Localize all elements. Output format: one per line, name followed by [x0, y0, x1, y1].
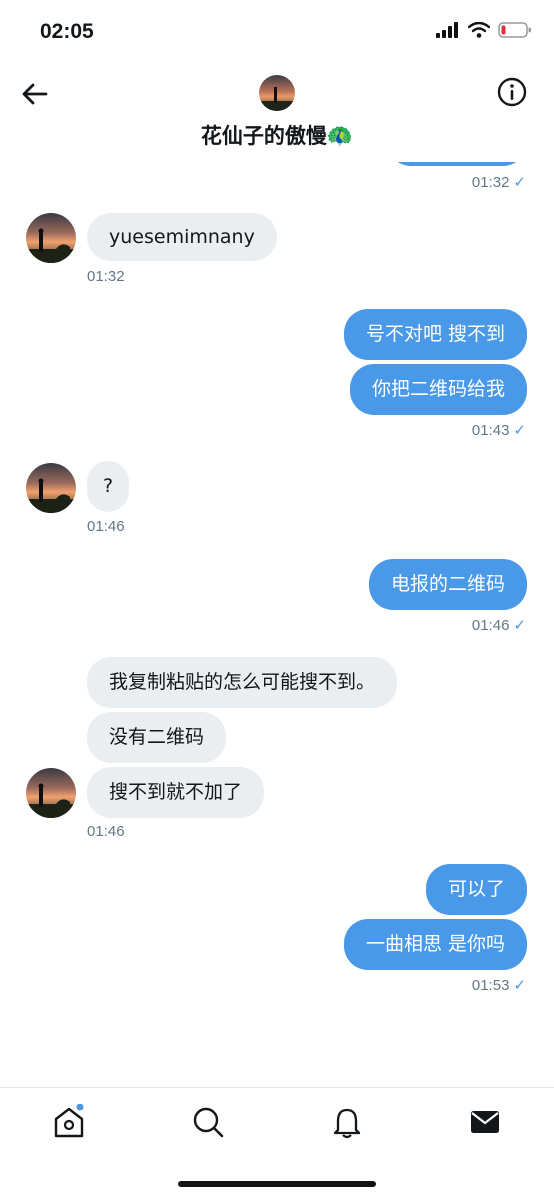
message-time: 01:53 ✓	[471, 977, 526, 994]
message-bubble[interactable]: 搜不到就不加了	[87, 767, 265, 818]
sent-check-icon: ✓	[513, 977, 526, 994]
home-indicator[interactable]	[178, 1181, 376, 1187]
message-time: 01:46 ✓	[471, 617, 526, 634]
status-time: 02:05	[40, 20, 94, 43]
sent-check-icon: ✓	[513, 617, 526, 634]
cellular-signal-icon	[436, 22, 458, 38]
conversation: 01:32 ✓ yuesemimnany 01:32 号不对吧 搜不到 你把二维码…	[0, 0, 554, 1087]
sent-check-icon: ✓	[513, 174, 526, 191]
contact-avatar-header[interactable]	[259, 75, 295, 111]
message-bubble[interactable]: 我复制粘贴的怎么可能搜不到。	[87, 657, 398, 708]
contact-name: 花仙子的傲慢🦚	[200, 124, 354, 148]
notification-dot	[76, 1104, 84, 1111]
battery-low-icon	[498, 22, 531, 38]
contact-avatar[interactable]	[26, 213, 76, 263]
message-time: 01:43 ✓	[471, 422, 526, 439]
status-icons	[436, 22, 532, 38]
notifications-icon[interactable]	[329, 1104, 365, 1140]
search-icon[interactable]	[190, 1104, 226, 1140]
message-bubble[interactable]: 你把二维码给我	[349, 364, 527, 415]
message-bubble[interactable]: 电报的二维码	[368, 559, 527, 610]
home-icon[interactable]	[51, 1104, 87, 1140]
messages-icon[interactable]	[467, 1104, 503, 1140]
message-time: 01:46	[87, 518, 125, 535]
message-bubble[interactable]: 可以了	[425, 864, 527, 915]
conversation-header: 花仙子的傲慢🦚	[0, 64, 554, 162]
contact-avatar[interactable]	[26, 463, 76, 513]
sent-check-icon: ✓	[513, 422, 526, 439]
message-bubble[interactable]: 没有二维码	[87, 712, 227, 763]
status-bar: 02:05	[0, 0, 554, 64]
message-time: 01:32	[87, 268, 125, 285]
wifi-icon	[468, 22, 490, 38]
message-bubble[interactable]: ?	[87, 461, 130, 512]
message-bubble[interactable]: 一曲相思 是你吗	[343, 919, 527, 970]
contact-avatar[interactable]	[26, 768, 76, 818]
message-bubble[interactable]: yuesemimnany	[87, 213, 277, 261]
back-arrow-icon[interactable]	[16, 76, 52, 112]
info-icon[interactable]	[496, 76, 528, 108]
message-time: 01:46	[87, 823, 125, 840]
message-time: 01:32 ✓	[471, 174, 526, 191]
message-bubble[interactable]: 号不对吧 搜不到	[343, 309, 527, 360]
